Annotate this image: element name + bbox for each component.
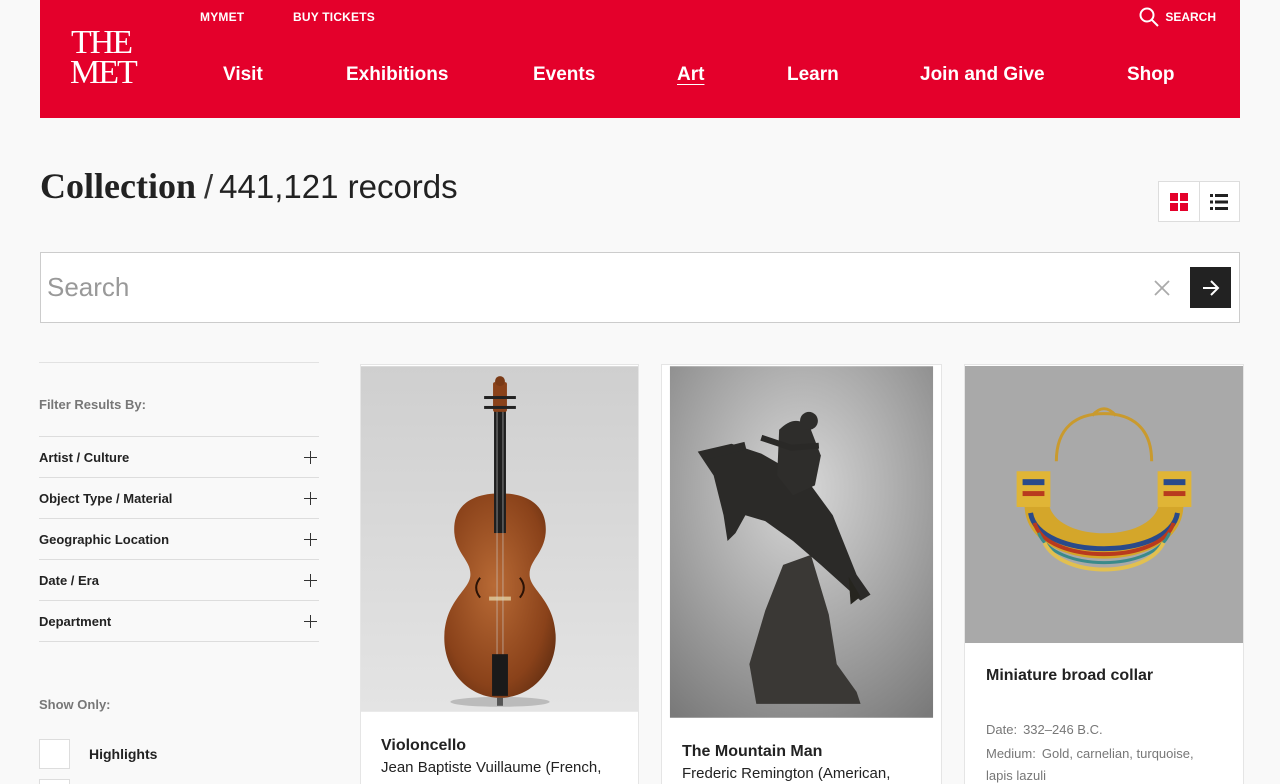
arrow-right-icon (1202, 279, 1219, 296)
filter-object-type-material[interactable]: Object Type / Material (39, 478, 319, 519)
date-label: Date: (986, 722, 1018, 737)
list-view-icon (1210, 193, 1229, 210)
mymet-link[interactable]: MYMET (200, 10, 244, 24)
highlights-checkbox[interactable] (39, 739, 70, 769)
header-search-button[interactable]: SEARCH (1139, 7, 1216, 27)
artwork-date: Date: 332–246 B.C. (986, 719, 1226, 741)
artwork-image-violoncello[interactable] (361, 365, 638, 713)
grid-view-button[interactable] (1159, 182, 1199, 221)
artwork-image-mountain-man[interactable] (662, 365, 941, 719)
nav-learn[interactable]: Learn (787, 64, 839, 86)
record-count: 441,121 records (219, 168, 458, 205)
page-title: Collection/441,121 records (40, 165, 458, 207)
medium-label: Medium: (986, 746, 1036, 761)
collection-search-bar (40, 252, 1240, 323)
sidebar-divider (39, 362, 319, 363)
medium-value: Gold, carnelian, turquoise, (1041, 746, 1194, 761)
nav-visit[interactable]: Visit (223, 64, 263, 86)
nav-join-and-give[interactable]: Join and Give (920, 64, 1045, 86)
nav-exhibitions[interactable]: Exhibitions (346, 64, 448, 86)
title-separator: / (203, 168, 214, 205)
site-header: THE MET MYMET BUY TICKETS SEARCH Visit E… (40, 0, 1240, 118)
list-view-button[interactable] (1198, 182, 1239, 221)
search-label: SEARCH (1165, 10, 1216, 24)
filter-sidebar: Filter Results By: Artist / Culture Obje… (39, 362, 319, 784)
nav-events[interactable]: Events (533, 64, 595, 86)
filter-geographic-location[interactable]: Geographic Location (39, 519, 319, 560)
search-submit-button[interactable] (1190, 267, 1231, 308)
plus-icon (304, 573, 317, 587)
show-only-heading: Show Only: (39, 697, 111, 712)
date-value: 332–246 B.C. (1023, 722, 1103, 737)
highlights-label: Highlights (89, 746, 158, 762)
artwork-title[interactable]: The Mountain Man (682, 743, 890, 761)
plus-icon (304, 491, 317, 505)
plus-icon (304, 450, 317, 464)
artwork-artist: Frederic Remington (American, (682, 765, 891, 782)
filter-list: Artist / Culture Object Type / Material … (39, 436, 319, 642)
buy-tickets-link[interactable]: BUY TICKETS (293, 10, 375, 24)
collection-title: Collection (40, 166, 196, 206)
logo-line-2: MET (70, 54, 138, 91)
search-icon (1139, 7, 1160, 27)
filter-label: Department (39, 613, 112, 629)
filter-date-era[interactable]: Date / Era (39, 560, 319, 601)
artwork-image-broad-collar[interactable] (965, 365, 1243, 644)
nav-art[interactable]: Art (677, 64, 704, 86)
filter-department[interactable]: Department (39, 601, 319, 642)
filter-label: Object Type / Material (39, 490, 173, 506)
clear-icon (1154, 280, 1170, 296)
filter-label: Artist / Culture (39, 449, 130, 465)
result-card[interactable]: Miniature broad collar Date: 332–246 B.C.… (964, 364, 1244, 784)
plus-icon (304, 614, 317, 628)
artwork-artist: Jean Baptiste Vuillaume (French, (381, 759, 602, 776)
artwork-title[interactable]: Miniature broad collar (986, 667, 1226, 685)
highlights-option[interactable]: Highlights (39, 739, 319, 769)
nav-shop[interactable]: Shop (1127, 64, 1175, 86)
filter-artist-culture[interactable]: Artist / Culture (39, 437, 319, 478)
view-toggle (1158, 181, 1240, 222)
artwork-medium-continued: lapis lazuli (986, 768, 1046, 783)
filter-label: Geographic Location (39, 531, 170, 547)
artwork-title[interactable]: Violoncello (381, 737, 601, 755)
filter-label: Date / Era (39, 572, 99, 588)
result-card[interactable]: The Mountain Man Frederic Remington (Ame… (661, 364, 942, 784)
grid-view-icon (1169, 192, 1188, 211)
artwork-medium: Medium: Gold, carnelian, turquoise, (986, 743, 1226, 765)
met-logo[interactable]: THE MET (70, 26, 138, 91)
search-input[interactable] (47, 267, 1137, 307)
additional-checkbox[interactable] (39, 779, 70, 784)
filter-heading: Filter Results By: (39, 397, 146, 412)
clear-search-button[interactable] (1151, 277, 1173, 299)
result-card[interactable]: Violoncello Jean Baptiste Vuillaume (Fre… (360, 364, 639, 784)
plus-icon (304, 532, 317, 546)
